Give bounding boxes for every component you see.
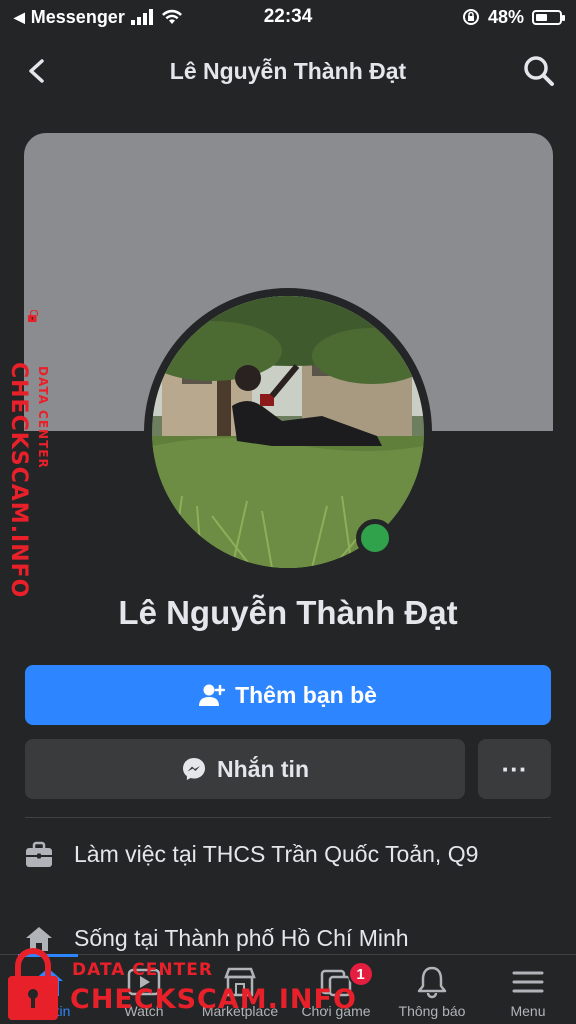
briefcase-icon [26,841,52,867]
intro-lives-text: Sống tại Thành phố Hồ Chí Minh [74,925,409,951]
intro-lives-row: Sống tại Thành phố Hồ Chí Minh [24,922,544,954]
add-friend-button[interactable]: Thêm bạn bè [25,665,551,725]
profile-name: Lê Nguyễn Thành Đạt [118,594,458,631]
nav-title: Lê Nguyễn Thành Đạt [169,57,407,84]
watermark-bottom-text: CHECKSCAM.INFO [70,984,357,1015]
more-dots-icon: ··· [501,753,528,784]
battery-icon [532,9,565,25]
tab-notifications[interactable]: Thông báo [384,955,480,1024]
tab-menu[interactable]: Menu [480,955,576,1024]
bell-icon [417,966,447,999]
message-label: Nhắn tin [217,755,309,782]
tab-menu-label: Menu [510,1003,546,1019]
watermark-side-text: CHECKSCAM.INFO [6,362,31,599]
message-button[interactable]: Nhắn tin [25,739,465,799]
intro-work-text: Làm việc tại THCS Trần Quốc Toản, Q9 [74,841,479,867]
battery-level [536,13,547,21]
search-icon[interactable] [522,54,556,88]
watermark-bottom-subtext: DATA CENTER [72,960,213,980]
status-time: 22:34 [263,6,313,27]
add-friend-label: Thêm bạn bè [235,681,377,708]
more-options-button[interactable]: ··· [478,739,551,799]
nav-bar: Lê Nguyễn Thành Đạt [0,36,576,106]
online-status-indicator [356,519,394,557]
tab-notifications-label: Thông báo [398,1003,466,1019]
watermark-lock-logo [28,310,38,322]
chevron-left-icon[interactable] [22,56,52,86]
messenger-icon [183,758,205,780]
intro-work-row: Làm việc tại THCS Trần Quốc Toản, Q9 [24,838,544,870]
watermark-side-subtext: DATA CENTER [36,366,50,469]
watermark-bottom-lock-logo [8,948,58,1020]
status-bar: ◀ Messenger 22:34 48% [0,0,576,34]
add-friend-icon [199,684,226,706]
menu-icon [512,971,544,993]
section-divider [25,817,551,818]
